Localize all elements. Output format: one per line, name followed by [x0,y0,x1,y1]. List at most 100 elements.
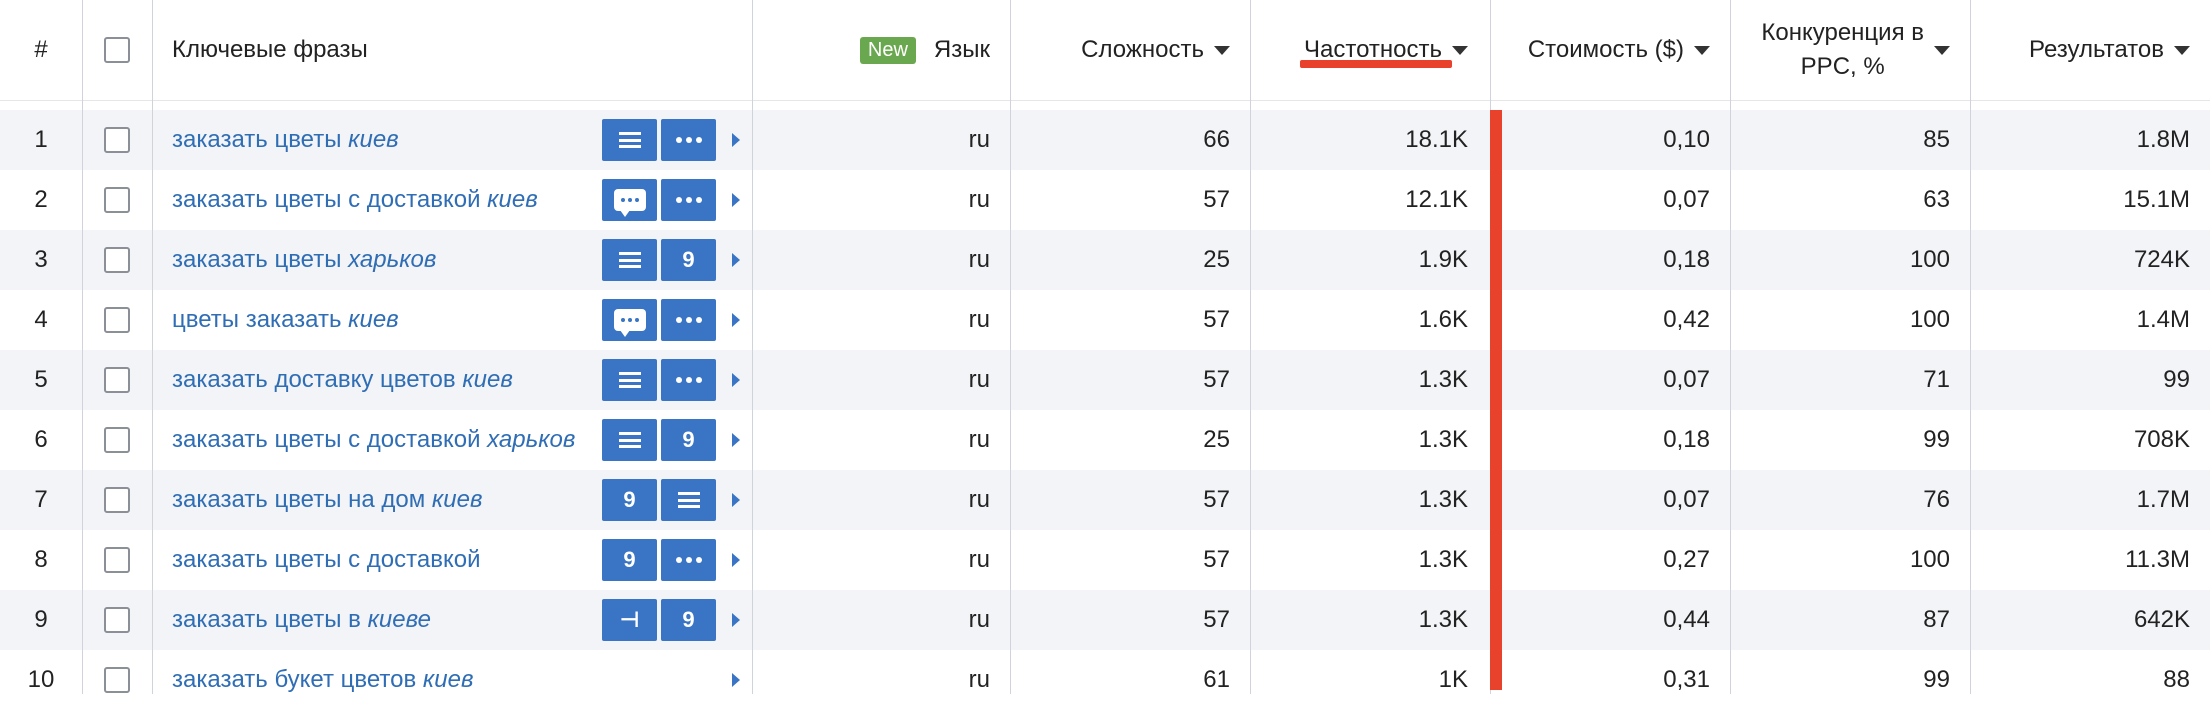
language-cell: ru [968,546,990,573]
map-pin-icon[interactable]: 9 [661,239,716,281]
row-select[interactable] [82,110,152,170]
row-checkbox[interactable] [104,547,130,573]
row-checkbox[interactable] [104,247,130,273]
dots-icon[interactable] [661,539,716,581]
cost-cell: 0,07 [1663,186,1710,213]
lines-icon[interactable] [602,119,657,161]
header-competition[interactable]: Конкуренция в PPC, % [1730,0,1970,100]
keyword-cell: цветы заказать киев [152,290,752,350]
row-select[interactable] [82,470,152,530]
row-checkbox[interactable] [104,427,130,453]
chat-icon[interactable] [602,179,657,221]
keywords-table: # Ключевые фразы New Язык Сложность Част… [0,0,2210,710]
select-all-checkbox[interactable] [104,37,130,63]
keyword-link[interactable]: заказать цветы в киеве [172,606,431,634]
dots-icon[interactable] [661,119,716,161]
table-row[interactable]: 3 заказать цветы харьков 9 ru 25 1.9K 0,18 100 7… [0,230,2210,290]
row-select[interactable] [82,350,152,410]
competition-cell: 85 [1923,126,1950,153]
table-row[interactable]: 2 заказать цветы с доставкой киев ru 57 12.1… [0,170,2210,230]
lines-icon[interactable] [661,479,716,521]
row-number: 7 [34,486,48,513]
map-pin-icon[interactable]: 9 [602,479,657,521]
expand-arrow-icon[interactable] [732,433,740,447]
row-checkbox[interactable] [104,487,130,513]
header-language[interactable]: New Язык [752,0,1010,100]
row-checkbox[interactable] [104,367,130,393]
competition-cell: 100 [1909,306,1950,333]
row-checkbox[interactable] [104,127,130,153]
expand-arrow-icon[interactable] [732,313,740,327]
difficulty-cell: 25 [1203,246,1230,273]
row-checkbox[interactable] [104,667,130,693]
keyword-link[interactable]: заказать доставку цветов киев [172,366,513,394]
keyword-link[interactable]: цветы заказать киев [172,306,399,334]
keyword-link[interactable]: заказать цветы киев [172,126,399,154]
competition-cell: 100 [1909,246,1950,273]
row-select[interactable] [82,290,152,350]
expand-arrow-icon[interactable] [732,673,740,687]
difficulty-cell: 57 [1203,546,1230,573]
row-select[interactable] [82,230,152,290]
row-number: 5 [34,366,48,393]
lines-icon[interactable] [602,239,657,281]
row-checkbox[interactable] [104,307,130,333]
header-frequency[interactable]: Частотность [1250,0,1490,100]
map-pin-icon[interactable]: 9 [602,539,657,581]
table-row[interactable]: 7 заказать цветы на дом киев 9 ru 57 1.3K 0,07… [0,470,2210,530]
table-row[interactable]: 1 заказать цветы киев ru 66 18.1K 0,10 85 1.8M [0,110,2210,170]
map-pin-icon[interactable]: 9 [661,419,716,461]
keyword-link[interactable]: заказать букет цветов киев [172,666,473,694]
sort-caret-icon [1694,45,1710,55]
keyword-link[interactable]: заказать цветы с доставкой харьков [172,426,575,454]
competition-cell: 71 [1923,366,1950,393]
dots-icon[interactable] [661,299,716,341]
results-cell: 724K [2133,246,2190,273]
header-select-all[interactable] [82,0,152,100]
keyword-cell: заказать цветы киев [152,110,752,170]
row-select[interactable] [82,530,152,590]
keyword-link[interactable]: заказать цветы с доставкой [172,546,481,574]
sort-caret-icon [2174,45,2190,55]
expand-arrow-icon[interactable] [732,253,740,267]
row-select[interactable] [82,170,152,230]
table-row[interactable]: 8 заказать цветы с доставкой 9 ru 57 1.3K 0,27… [0,530,2210,590]
row-checkbox[interactable] [104,607,130,633]
map-pin-icon[interactable]: 9 [661,599,716,641]
table-row[interactable]: 5 заказать доставку цветов киев ru 57 1.3K 0,… [0,350,2210,410]
row-checkbox[interactable] [104,187,130,213]
expand-arrow-icon[interactable] [732,613,740,627]
table-row[interactable]: 4 цветы заказать киев ru 57 1.6K 0,42 100 1.4M [0,290,2210,350]
header-cost[interactable]: Стоимость ($) [1490,0,1730,100]
lines-icon[interactable] [602,359,657,401]
signpost-icon[interactable]: ⊣ [602,599,657,641]
header-difficulty[interactable]: Сложность [1010,0,1250,100]
row-select[interactable] [82,590,152,650]
cost-cell: 0,27 [1663,546,1710,573]
header-keywords[interactable]: Ключевые фразы [152,0,752,100]
row-select[interactable] [82,410,152,470]
expand-arrow-icon[interactable] [732,493,740,507]
column-divider [752,0,753,694]
expand-arrow-icon[interactable] [732,373,740,387]
dots-icon[interactable] [661,179,716,221]
lines-icon[interactable] [602,419,657,461]
table-row[interactable]: 9 заказать цветы в киеве ⊣ 9 ru 57 1.3K 0,44 87 6… [0,590,2210,650]
row-select[interactable] [82,650,152,710]
expand-arrow-icon[interactable] [732,133,740,147]
keyword-link[interactable]: заказать цветы харьков [172,246,436,274]
table-row[interactable]: 6 заказать цветы с доставкой харьков 9 ru 25… [0,410,2210,470]
expand-arrow-icon[interactable] [732,193,740,207]
keyword-link[interactable]: заказать цветы на дом киев [172,486,482,514]
language-cell: ru [968,246,990,273]
header-results[interactable]: Результатов [1970,0,2210,100]
keyword-link[interactable]: заказать цветы с доставкой киев [172,186,538,214]
expand-arrow-icon[interactable] [732,553,740,567]
chat-icon[interactable] [602,299,657,341]
cost-cell: 0,07 [1663,366,1710,393]
table-row[interactable]: 10 заказать букет цветов киев ru 61 1K 0,31 99… [0,650,2210,710]
dots-icon[interactable] [661,359,716,401]
keyword-text: заказать букет цветов [172,666,423,693]
row-number: 6 [34,426,48,453]
language-cell: ru [968,486,990,513]
